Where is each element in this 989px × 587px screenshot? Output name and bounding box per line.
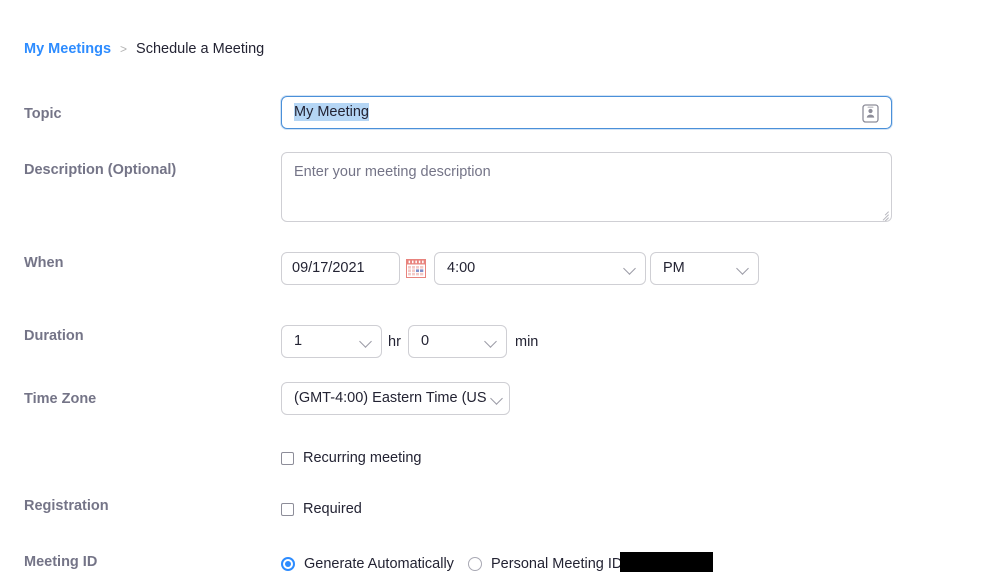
duration-hours-value: 1	[294, 333, 303, 349]
id-badge-icon[interactable]	[862, 104, 879, 123]
chevron-down-icon	[736, 261, 749, 275]
registration-required-label: Required	[303, 501, 362, 517]
registration-required-checkbox-row[interactable]: Required	[281, 499, 362, 519]
generate-automatically-radio-row[interactable]: Generate Automatically	[281, 554, 454, 574]
meeting-date-input[interactable]: 09/17/2021	[281, 252, 400, 285]
chevron-down-icon	[490, 391, 503, 405]
generate-automatically-label: Generate Automatically	[304, 556, 454, 572]
timezone-select[interactable]: (GMT-4:00) Eastern Time (US a	[281, 382, 510, 415]
personal-meeting-id-label: Personal Meeting ID	[491, 556, 623, 572]
meeting-time-select[interactable]: 4:00	[434, 252, 646, 285]
personal-meeting-id-radio-row[interactable]: Personal Meeting ID	[468, 554, 622, 574]
timezone-value: (GMT-4:00) Eastern Time (US a	[294, 390, 487, 406]
duration-minutes-select[interactable]: 0	[408, 325, 507, 358]
generate-automatically-radio[interactable]	[281, 557, 295, 571]
breadcrumb-current-page: Schedule a Meeting	[136, 41, 265, 57]
registration-label: Registration	[24, 498, 109, 514]
topic-label: Topic	[24, 106, 62, 122]
meridiem-select[interactable]: PM	[650, 252, 759, 285]
chevron-down-icon	[484, 334, 497, 348]
calendar-icon[interactable]	[406, 259, 426, 278]
when-label: When	[24, 255, 64, 271]
textarea-resize-handle[interactable]	[878, 208, 889, 221]
duration-hours-unit: hr	[388, 334, 401, 350]
description-label: Description (Optional)	[24, 162, 177, 178]
recurring-meeting-label: Recurring meeting	[303, 450, 422, 466]
personal-meeting-id-redaction-bar	[620, 552, 713, 572]
duration-label: Duration	[24, 328, 84, 344]
personal-meeting-id-radio[interactable]	[468, 557, 482, 571]
recurring-meeting-checkbox-row[interactable]: Recurring meeting	[281, 448, 421, 468]
topic-input[interactable]: My Meeting	[281, 96, 892, 129]
timezone-label: Time Zone	[24, 391, 97, 407]
duration-minutes-value: 0	[421, 333, 430, 349]
recurring-meeting-checkbox[interactable]	[281, 451, 294, 465]
description-placeholder: Enter your meeting description	[294, 164, 491, 180]
meeting-id-label: Meeting ID	[24, 554, 98, 570]
duration-hours-select[interactable]: 1	[281, 325, 382, 358]
chevron-down-icon	[623, 261, 636, 275]
duration-minutes-unit: min	[515, 334, 539, 350]
topic-input-value: My Meeting	[294, 103, 369, 121]
breadcrumb: My Meetings > Schedule a Meeting	[24, 39, 264, 59]
meridiem-value: PM	[663, 260, 685, 276]
breadcrumb-link-my-meetings[interactable]: My Meetings	[24, 39, 111, 59]
meeting-time-value: 4:00	[447, 260, 476, 276]
description-textarea[interactable]: Enter your meeting description	[281, 152, 892, 222]
chevron-down-icon	[359, 334, 372, 348]
registration-required-checkbox[interactable]	[281, 502, 294, 516]
breadcrumb-separator: >	[120, 42, 128, 56]
